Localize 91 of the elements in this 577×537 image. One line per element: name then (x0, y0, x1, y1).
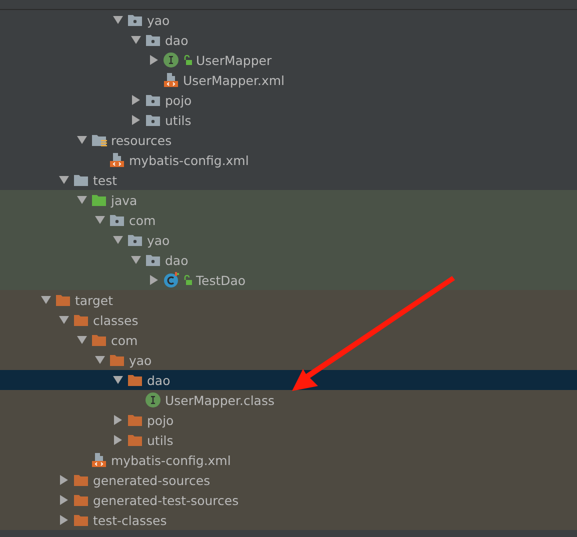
package-folder-icon (127, 232, 143, 248)
folder-icon (127, 432, 143, 448)
tree-row[interactable]: pojo (0, 410, 577, 430)
tree-row[interactable]: com (0, 210, 577, 230)
tree-item-label: generated-sources (93, 472, 210, 488)
tree-item-label: yao (147, 12, 170, 28)
interface-icon (145, 392, 161, 408)
tree-item-label: generated-test-sources (93, 492, 239, 508)
folder-icon (73, 172, 89, 188)
disclosure-triangle-icon[interactable] (130, 114, 142, 126)
disclosure-triangle-icon[interactable] (130, 254, 142, 266)
tree-row[interactable]: TestDao (0, 270, 577, 290)
tree-row[interactable]: java (0, 190, 577, 210)
xml-file-icon (163, 72, 179, 88)
tree-row[interactable]: utils (0, 430, 577, 450)
disclosure-triangle-icon[interactable] (148, 54, 160, 66)
tree-item-label: target (75, 292, 114, 308)
tree-row[interactable]: yao (0, 230, 577, 250)
tree-item-label: UserMapper (196, 52, 272, 68)
tree-row[interactable]: dao (0, 250, 577, 270)
disclosure-triangle-icon[interactable] (148, 274, 160, 286)
folder-icon (127, 372, 143, 388)
tree-item-label: dao (165, 252, 188, 268)
xml-file-icon (91, 452, 107, 468)
tree-item-label: mybatis-config.xml (129, 152, 249, 168)
tree-item-label: utils (147, 432, 174, 448)
folder-icon (73, 492, 89, 508)
tree-item-label: UserMapper.class (165, 392, 274, 408)
xml-file-icon (109, 152, 125, 168)
disclosure-triangle-icon[interactable] (58, 314, 70, 326)
disclosure-triangle-icon[interactable] (76, 334, 88, 346)
disclosure-triangle-icon[interactable] (112, 14, 124, 26)
tree-item-label: UserMapper.xml (183, 72, 285, 88)
tree-item-label: test (93, 172, 118, 188)
tree-item-label: dao (165, 32, 188, 48)
tree-item-label: utils (165, 112, 192, 128)
disclosure-triangle-icon[interactable] (130, 34, 142, 46)
tree-row[interactable]: yao (0, 350, 577, 370)
tree-item-label: test-classes (93, 512, 167, 528)
disclosure-triangle-icon[interactable] (94, 214, 106, 226)
disclosure-triangle-icon[interactable] (40, 294, 52, 306)
resources-folder-icon (91, 132, 107, 148)
tree-item-label: com (111, 332, 138, 348)
tree-row[interactable]: mybatis-config.xml (0, 450, 577, 470)
disclosure-triangle-icon[interactable] (76, 134, 88, 146)
disclosure-triangle-icon[interactable] (112, 434, 124, 446)
folder-icon (91, 332, 107, 348)
tree-row[interactable]: generated-test-sources (0, 490, 577, 510)
disclosure-triangle-icon[interactable] (112, 234, 124, 246)
disclosure-triangle-icon[interactable] (58, 514, 70, 526)
tree-row[interactable]: com (0, 330, 577, 350)
tree-row[interactable]: classes (0, 310, 577, 330)
tree-item-label: yao (147, 232, 170, 248)
tree-item-label: yao (129, 352, 152, 368)
tree-item-label: com (129, 212, 156, 228)
folder-icon (73, 512, 89, 528)
tree-item-label: classes (93, 312, 138, 328)
disclosure-triangle-icon[interactable] (58, 474, 70, 486)
tree-item-label: dao (147, 372, 170, 388)
tree-item-label: mybatis-config.xml (111, 452, 231, 468)
tree-row[interactable]: target (0, 290, 577, 310)
tree-row[interactable]: generated-sources (0, 470, 577, 490)
disclosure-triangle-icon[interactable] (130, 94, 142, 106)
package-folder-icon (145, 252, 161, 268)
tree-item-label: java (111, 192, 138, 208)
tree-item-label: pojo (147, 412, 174, 428)
folder-icon (109, 352, 125, 368)
package-folder-icon (145, 32, 161, 48)
tree-item-label: TestDao (196, 272, 246, 288)
folder-icon (91, 192, 107, 208)
package-folder-icon (145, 92, 161, 108)
package-folder-icon (145, 112, 161, 128)
folder-icon (73, 312, 89, 328)
tree-row[interactable]: dao (0, 370, 577, 390)
disclosure-triangle-icon[interactable] (76, 194, 88, 206)
folder-icon (55, 292, 71, 308)
tree-row[interactable]: test-classes (0, 510, 577, 530)
tree-item-label: resources (111, 132, 172, 148)
disclosure-triangle-icon[interactable] (58, 494, 70, 506)
disclosure-triangle-icon[interactable] (94, 354, 106, 366)
interface-icon (163, 52, 179, 68)
folder-icon (127, 412, 143, 428)
folder-icon (73, 472, 89, 488)
disclosure-triangle-icon[interactable] (112, 374, 124, 386)
disclosure-triangle-icon[interactable] (112, 414, 124, 426)
package-folder-icon (109, 212, 125, 228)
tree-item-label: pojo (165, 92, 192, 108)
disclosure-triangle-icon[interactable] (58, 174, 70, 186)
tree-row[interactable]: UserMapper.class (0, 390, 577, 410)
package-folder-icon (127, 12, 143, 28)
class-icon (163, 272, 179, 288)
